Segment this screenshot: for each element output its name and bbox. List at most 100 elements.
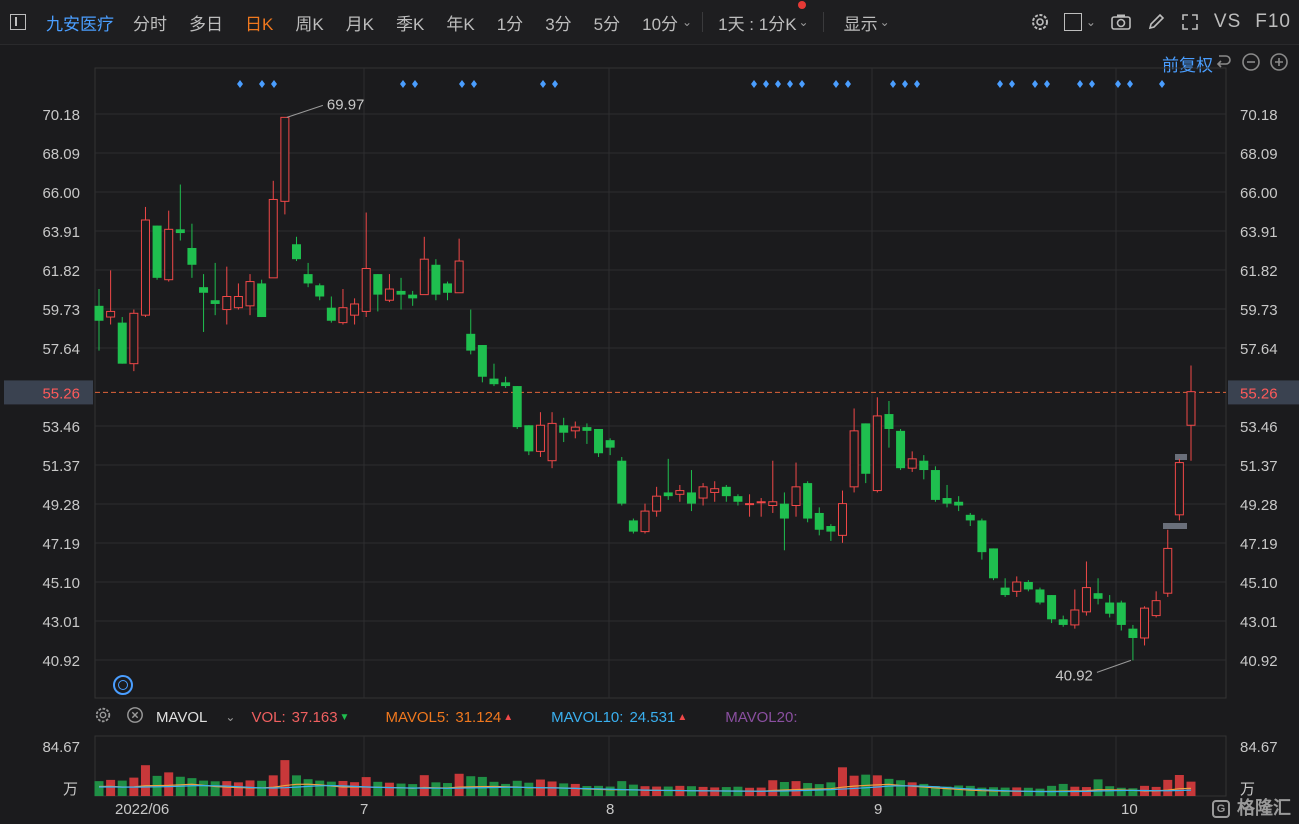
volume-bar [745,787,755,796]
candle-body-down [663,492,673,497]
settings-gear-icon[interactable] [1030,12,1050,32]
candle-body-up [1163,547,1173,594]
candle-body-up [745,503,755,506]
volume-bar [140,765,150,796]
vol-value: 37.163 [291,708,338,726]
volume-bar [1163,779,1173,796]
chart-logo-icon [113,675,133,695]
candle-body-up [768,501,778,506]
high-price-annotation: 69.97 [327,96,365,113]
volume-bar [559,783,569,796]
period-tab-3min[interactable]: 3分 [534,10,582,35]
candle-body-down [117,322,127,364]
period-tab-multiday[interactable]: 多日 [178,10,234,35]
candle-body-down [512,386,522,428]
candle-body-down [315,285,325,297]
price-tick-label-left: 51.37 [42,458,80,475]
price-tick-label-left: 45.10 [42,575,80,592]
mavol5-up-arrow-icon: ▲ [503,711,514,723]
candle-body-up [106,310,116,318]
interval-chevron-icon[interactable]: ⌄ [797,1,809,29]
indicator-name[interactable]: MAVOL [156,709,207,726]
more-periods-chevron-icon[interactable]: ⌄ [682,15,692,29]
candle-body-down [779,503,789,519]
price-tick-label-left: 61.82 [42,263,80,280]
display-menu[interactable]: 显示 [828,10,880,35]
f10-button[interactable]: F10 [1255,11,1291,33]
mavol10-value: 24.531 [629,708,676,726]
mavol10-up-arrow-icon: ▲ [677,711,688,723]
display-chevron-icon[interactable]: ⌄ [880,15,890,29]
price-tick-label-left: 57.64 [42,341,80,358]
volume-bar [617,781,627,796]
volume-bar [291,775,301,796]
volume-bar [1128,788,1138,796]
volume-bar [326,781,336,796]
event-marker-icon [271,80,277,88]
volume-bar [640,786,650,796]
candle-body-down [884,414,894,429]
draw-pen-icon[interactable] [1146,12,1166,32]
period-tab-intraday[interactable]: 分时 [122,10,178,35]
interval-selector[interactable]: 1天 : 1分K [707,10,798,35]
indicator-chevron-icon[interactable]: ⌄ [225,710,235,724]
event-marker-icon [914,80,920,88]
screenshot-camera-icon[interactable] [1110,12,1132,32]
volume-bar [791,781,801,796]
candle-body-down [257,283,267,318]
price-tick-label-left: 40.92 [42,653,80,670]
chart-style-square-icon[interactable]: ⌄ [1063,13,1096,31]
period-tab-quarterly[interactable]: 季K [385,10,435,35]
candle-body-up [1012,581,1022,592]
candle-body-down [291,244,301,260]
event-marker-icon [751,80,757,88]
candle-body-down [1105,602,1115,614]
volume-unit-left: 万 [63,781,78,798]
candle-body-down [466,333,476,351]
volume-bar [199,780,209,796]
period-tab-5min[interactable]: 5分 [583,10,631,35]
candle-body-down [1058,619,1068,625]
indicator-settings-gear-icon[interactable] [94,706,112,728]
volume-bar [187,778,197,796]
period-tab-yearly[interactable]: 年K [435,10,485,35]
candle-body-down [524,425,534,452]
volume-bar [954,785,964,796]
indicator-close-icon[interactable] [126,706,144,728]
candle-body-up [547,422,557,462]
candle-body-down [628,520,638,532]
mavol5-value: 31.124 [455,708,502,726]
notification-dot-icon [797,1,806,9]
event-marker-icon [1044,80,1050,88]
event-marker-icon [400,80,406,88]
volume-bar [233,782,243,796]
event-marker-icon [459,80,465,88]
volume-bar [779,781,789,796]
period-tab-10min[interactable]: 10分 [631,10,682,35]
sidebar-toggle-icon[interactable] [10,14,26,30]
volume-bar [373,781,383,796]
period-tab-daily[interactable]: 日K [234,10,284,35]
volume-bar [443,783,453,796]
compare-vs-button[interactable]: VS [1214,11,1241,33]
price-tick-label-right: 66.00 [1240,185,1278,202]
volume-bar [989,787,999,796]
candle-body-down [582,427,592,431]
volume-bar [896,780,906,796]
period-tab-weekly[interactable]: 周K [284,10,334,35]
mavol5-label: MAVOL5: [385,708,450,726]
candle-body-up [164,228,174,281]
fullscreen-icon[interactable] [1180,12,1200,32]
candle-body-down [861,423,871,474]
candle-body-down [1023,582,1033,590]
price-tick-label-right: 57.64 [1240,341,1278,358]
period-tab-1min[interactable]: 1分 [486,10,534,35]
stock-name[interactable]: 九安医疗 [40,10,122,35]
price-plot-frame [94,67,1227,699]
period-tab-monthly[interactable]: 月K [335,10,385,35]
candle-body-up [872,415,882,492]
volume-bar [512,780,522,796]
toolbar-right-tools: ⌄ VS F10 [1030,0,1291,44]
cost-marker [1163,523,1187,529]
candle-body-up [652,495,662,512]
